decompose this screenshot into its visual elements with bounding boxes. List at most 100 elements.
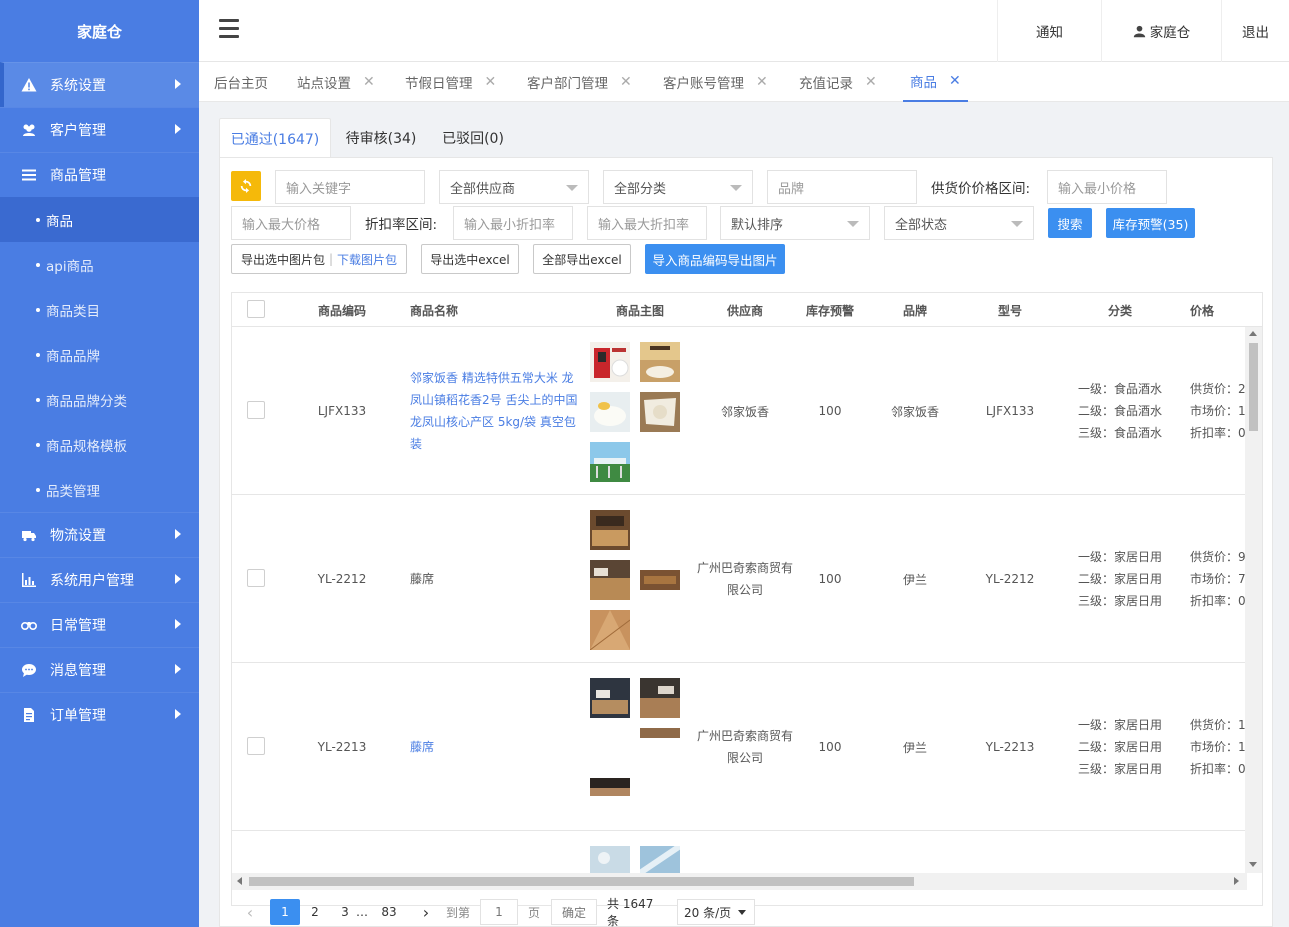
sidebar-subitem-product-brand[interactable]: 商品品牌 xyxy=(0,332,199,377)
table-row[interactable]: LJFX133 邻家饭香 精选特供五常大米 龙凤山镇稻花香2号 舌尖上的中国龙凤… xyxy=(232,327,1247,495)
export-images-button[interactable]: 导出选中图片包 | 下载图片包 xyxy=(231,244,407,274)
product-thumbnail[interactable] xyxy=(590,778,630,796)
logout-button[interactable]: 退出 xyxy=(1221,0,1289,62)
product-thumbnail[interactable] xyxy=(640,392,680,432)
tab-approved[interactable]: 已通过(1647) xyxy=(219,118,331,158)
close-icon[interactable]: ✕ xyxy=(865,74,877,90)
user-menu-button[interactable]: 家庭仓 xyxy=(1101,0,1221,62)
sidebar-subitem-product-category[interactable]: 商品类目 xyxy=(0,287,199,332)
sidebar-item-daily[interactable]: 日常管理 xyxy=(0,602,199,647)
sidebar-subitem-api-product[interactable]: api商品 xyxy=(0,242,199,287)
tab-pending[interactable]: 待审核(34) xyxy=(336,118,426,158)
hamburger-menu-icon[interactable] xyxy=(219,19,239,41)
product-thumbnail[interactable] xyxy=(640,846,680,873)
table-row[interactable]: YL-2212 藤席 广州巴奇索商贸有限公司 100 伊兰 YL-2212 一级… xyxy=(232,495,1247,663)
sidebar-item-messages[interactable]: 消息管理 xyxy=(0,647,199,692)
min-discount-input[interactable]: 输入最小折扣率 xyxy=(453,206,573,240)
sidebar-item-products[interactable]: 商品管理 xyxy=(0,152,199,197)
sidebar-subitem-brand-category[interactable]: 商品品牌分类 xyxy=(0,377,199,422)
column-header[interactable]: 型号 xyxy=(970,293,1050,327)
close-icon[interactable]: ✕ xyxy=(620,74,632,90)
import-codes-button[interactable]: 导入商品编码导出图片 xyxy=(645,244,785,274)
min-price-input[interactable]: 输入最小价格 xyxy=(1047,170,1167,204)
column-header[interactable]: 品牌 xyxy=(875,293,955,327)
keyword-input[interactable]: 输入关键字 xyxy=(275,170,425,204)
next-page-icon[interactable]: › xyxy=(416,899,436,925)
product-thumbnail[interactable] xyxy=(640,678,680,718)
product-thumbnail[interactable] xyxy=(590,846,630,873)
category-select[interactable]: 全部分类 xyxy=(603,170,753,204)
page-number[interactable]: 1 xyxy=(270,899,300,925)
page-number[interactable]: 83 xyxy=(376,899,402,925)
page-size-select[interactable]: 20 条/页 xyxy=(677,899,755,925)
scroll-up-icon[interactable] xyxy=(1249,331,1257,336)
export-selected-excel-button[interactable]: 导出选中excel xyxy=(421,244,519,274)
column-header[interactable]: 商品编码 xyxy=(302,293,382,327)
column-header[interactable]: 商品主图 xyxy=(595,293,685,327)
close-icon[interactable]: ✕ xyxy=(756,74,768,90)
tab-recharge-records[interactable]: 充值记录 ✕ xyxy=(799,62,877,102)
column-header[interactable]: 库存预警 xyxy=(790,293,870,327)
status-select[interactable]: 全部状态 xyxy=(884,206,1034,240)
refresh-button[interactable] xyxy=(231,171,261,201)
scroll-thumb[interactable] xyxy=(249,877,914,886)
column-header[interactable]: 价格 xyxy=(1182,293,1222,327)
sidebar-item-logistics[interactable]: 物流设置 xyxy=(0,512,199,557)
table-row[interactable]: YL-2213 藤席 广州巴奇索商贸有限公司 100 伊兰 YL-2213 一级… xyxy=(232,663,1247,831)
close-icon[interactable]: ✕ xyxy=(949,73,961,89)
max-discount-input[interactable]: 输入最大折扣率 xyxy=(587,206,707,240)
tab-home[interactable]: 后台主页 xyxy=(214,62,268,102)
product-name[interactable]: 藤席 xyxy=(410,495,580,663)
prev-page-icon[interactable]: ‹ xyxy=(240,899,260,925)
brand-input[interactable]: 品牌 xyxy=(767,170,917,204)
product-thumbnail[interactable] xyxy=(590,678,630,718)
product-name-link[interactable]: 藤席 xyxy=(410,663,580,831)
row-checkbox[interactable] xyxy=(247,401,265,419)
product-thumbnail[interactable] xyxy=(640,342,680,382)
scroll-right-icon[interactable] xyxy=(1234,877,1239,885)
product-thumbnail[interactable] xyxy=(590,560,630,600)
tab-customer-departments[interactable]: 客户部门管理 ✕ xyxy=(527,62,632,102)
scroll-thumb[interactable] xyxy=(1249,343,1258,431)
product-thumbnail[interactable] xyxy=(590,392,630,432)
column-header[interactable]: 供应商 xyxy=(705,293,785,327)
product-thumbnail[interactable] xyxy=(640,560,680,600)
tab-holidays[interactable]: 节假日管理 ✕ xyxy=(405,62,496,102)
supplier-select[interactable]: 全部供应商 xyxy=(439,170,589,204)
sidebar-item-system-users[interactable]: 系统用户管理 xyxy=(0,557,199,602)
product-name-link[interactable]: 邻家饭香 精选特供五常大米 龙凤山镇稻花香2号 舌尖上的中国龙凤山核心产区 5k… xyxy=(410,327,580,495)
max-price-input[interactable]: 输入最大价格 xyxy=(231,206,351,240)
horizontal-scrollbar[interactable] xyxy=(232,873,1247,890)
product-thumbnail[interactable] xyxy=(590,342,630,382)
sidebar-subitem-product[interactable]: 商品 xyxy=(0,197,199,242)
product-thumbnail[interactable] xyxy=(590,442,630,482)
scroll-left-icon[interactable] xyxy=(237,877,242,885)
product-thumbnail[interactable] xyxy=(640,728,680,738)
goto-page-input[interactable]: 1 xyxy=(480,899,518,925)
column-header[interactable]: 分类 xyxy=(1080,293,1160,327)
sidebar-subitem-spec-template[interactable]: 商品规格模板 xyxy=(0,422,199,467)
product-thumbnail[interactable] xyxy=(590,610,630,650)
sidebar-item-orders[interactable]: 订单管理 xyxy=(0,692,199,737)
tab-site-settings[interactable]: 站点设置 ✕ xyxy=(297,62,375,102)
table-row[interactable] xyxy=(232,831,1247,873)
product-thumbnail[interactable] xyxy=(590,510,630,550)
close-icon[interactable]: ✕ xyxy=(363,74,375,90)
page-number[interactable]: 3 xyxy=(334,899,356,925)
row-checkbox[interactable] xyxy=(247,569,265,587)
page-number[interactable]: 2 xyxy=(304,899,326,925)
notification-button[interactable]: 通知 xyxy=(997,0,1101,62)
download-images-link[interactable]: 下载图片包 xyxy=(337,251,397,268)
tab-rejected[interactable]: 已驳回(0) xyxy=(433,118,513,158)
column-header[interactable]: 商品名称 xyxy=(404,293,464,327)
vertical-scrollbar[interactable] xyxy=(1245,327,1262,873)
scroll-down-icon[interactable] xyxy=(1249,862,1257,867)
close-icon[interactable]: ✕ xyxy=(485,74,497,90)
export-all-excel-button[interactable]: 全部导出excel xyxy=(533,244,631,274)
tab-products[interactable]: 商品 ✕ xyxy=(903,62,968,102)
tab-customer-accounts[interactable]: 客户账号管理 ✕ xyxy=(663,62,768,102)
goto-confirm-button[interactable]: 确定 xyxy=(551,899,597,925)
sort-select[interactable]: 默认排序 xyxy=(720,206,870,240)
sidebar-item-customers[interactable]: 客户管理 xyxy=(0,107,199,152)
stock-alert-button[interactable]: 库存预警(35) xyxy=(1106,208,1195,238)
